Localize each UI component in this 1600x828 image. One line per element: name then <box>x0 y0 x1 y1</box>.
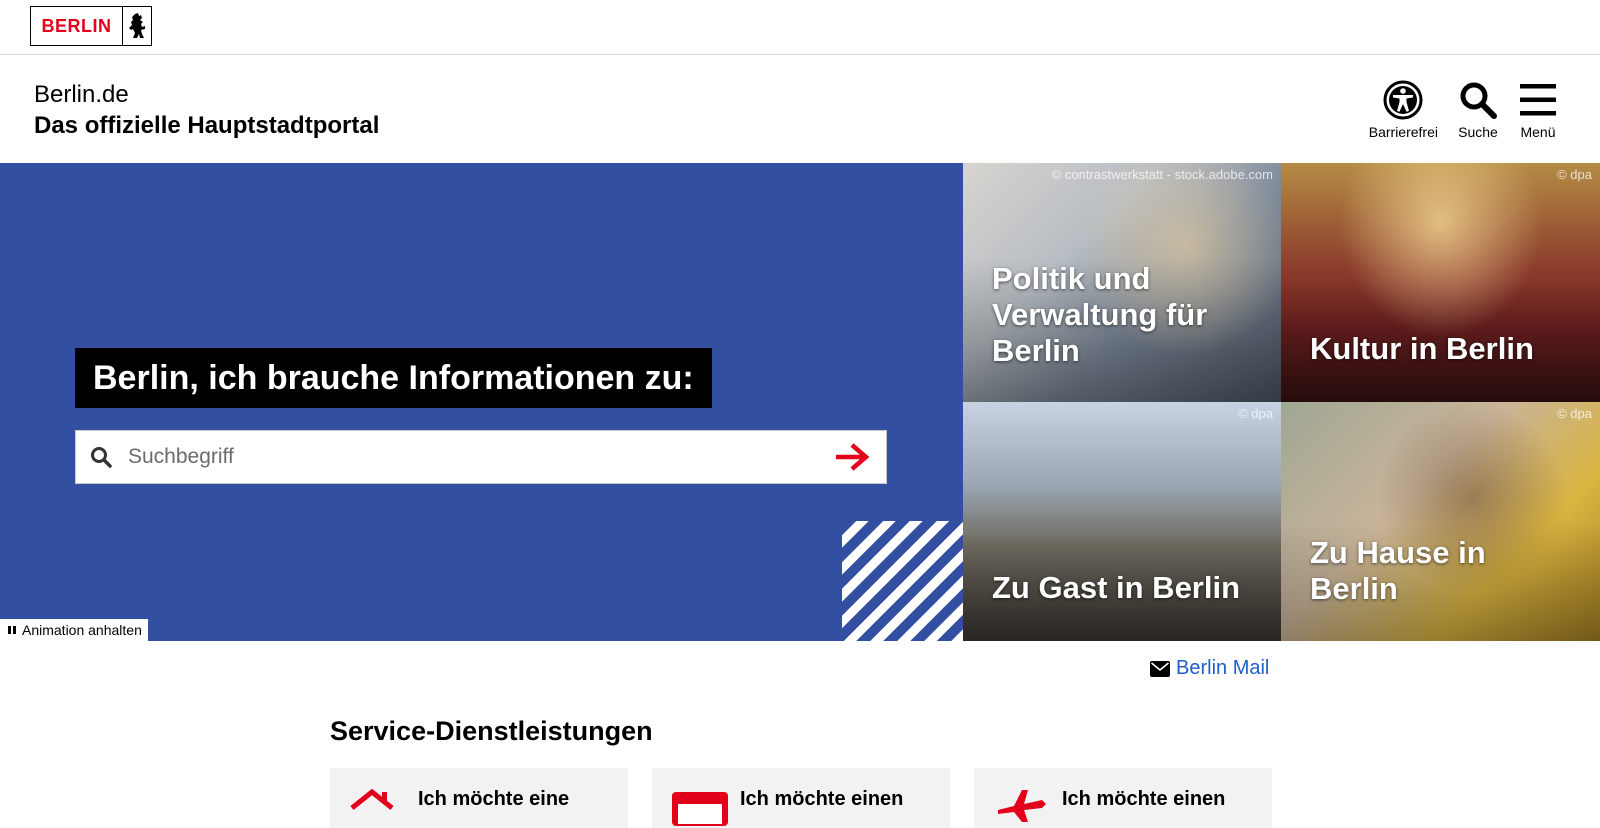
envelope-icon <box>1150 660 1170 677</box>
berlin-logo[interactable]: BERLIN <box>30 6 152 46</box>
arrow-right-icon[interactable] <box>834 442 870 472</box>
image-credit: © dpa <box>1557 167 1592 182</box>
service-card-label: Ich möchte eine <box>418 788 570 810</box>
tile-kultur[interactable]: © dpa Kultur in Berlin <box>1281 163 1600 402</box>
calendar-icon <box>672 792 728 826</box>
tile-title: Zu Gast in Berlin <box>992 570 1241 605</box>
header-tools: Barrierefrei Suche Menü <box>1349 80 1558 140</box>
service-card-label: Ich möchte einen <box>1062 788 1226 810</box>
menu-icon <box>1520 84 1556 116</box>
tile-zu-gast[interactable]: © dpa Zu Gast in Berlin <box>963 402 1281 641</box>
tile-politik[interactable]: © contrastwerkstatt - stock.adobe.com Po… <box>963 163 1281 402</box>
tile-title: Kultur in Berlin <box>1310 331 1534 366</box>
house-icon <box>350 788 394 810</box>
search-button[interactable]: Suche <box>1458 80 1498 140</box>
accessibility-icon <box>1383 80 1423 120</box>
service-card-reise[interactable]: Ich möchte einen <box>974 768 1272 828</box>
search-icon <box>1460 82 1497 119</box>
pause-icon <box>8 626 16 634</box>
service-card-termin[interactable]: Ich möchte einen <box>652 768 950 828</box>
berlin-mail-link[interactable]: Berlin Mail <box>1150 657 1269 680</box>
stripe-decoration <box>842 521 963 641</box>
tile-title: Zu Hause in Berlin <box>1310 535 1486 606</box>
hero-search-panel: Berlin, ich brauche Informationen zu: An… <box>0 163 963 641</box>
image-credit: © dpa <box>1238 406 1273 421</box>
service-card-label: Ich möchte einen <box>740 788 904 810</box>
search-icon <box>91 447 112 468</box>
menu-button[interactable]: Menü <box>1518 80 1558 140</box>
service-cards: Ich möchte eine Ich möchte einen Ich möc… <box>330 768 1296 828</box>
top-bar: BERLIN <box>0 0 1600 55</box>
search-input[interactable] <box>126 436 834 478</box>
hero-heading: Berlin, ich brauche Informationen zu: <box>75 348 712 408</box>
plane-icon <box>998 790 1046 822</box>
pause-animation-button[interactable]: Animation anhalten <box>0 619 148 641</box>
pause-animation-label: Animation anhalten <box>22 622 142 638</box>
tile-title: Politik und Verwaltung für Berlin <box>992 261 1208 368</box>
tile-zu-hause[interactable]: © dpa Zu Hause in Berlin <box>1281 402 1600 641</box>
bear-icon <box>123 7 151 45</box>
site-subtitle: Das offizielle Hauptstadtportal <box>34 112 380 139</box>
site-header: Berlin.de Das offizielle Hauptstadtporta… <box>0 55 1600 163</box>
hero-search-box <box>75 430 887 484</box>
hero-section: Berlin, ich brauche Informationen zu: An… <box>0 163 1600 641</box>
logo-text: BERLIN <box>31 7 123 45</box>
image-credit: © contrastwerkstatt - stock.adobe.com <box>1051 167 1273 182</box>
search-label: Suche <box>1458 124 1498 140</box>
accessibility-label: Barrierefrei <box>1368 124 1438 140</box>
menu-label: Menü <box>1520 124 1556 140</box>
site-title[interactable]: Berlin.de <box>34 80 129 110</box>
service-card-wohnung[interactable]: Ich möchte eine <box>330 768 628 828</box>
berlin-mail-label: Berlin Mail <box>1176 657 1270 679</box>
accessibility-button[interactable]: Barrierefrei <box>1369 80 1438 140</box>
services-title: Service-Dienstleistungen <box>330 716 653 746</box>
image-credit: © dpa <box>1557 406 1592 421</box>
